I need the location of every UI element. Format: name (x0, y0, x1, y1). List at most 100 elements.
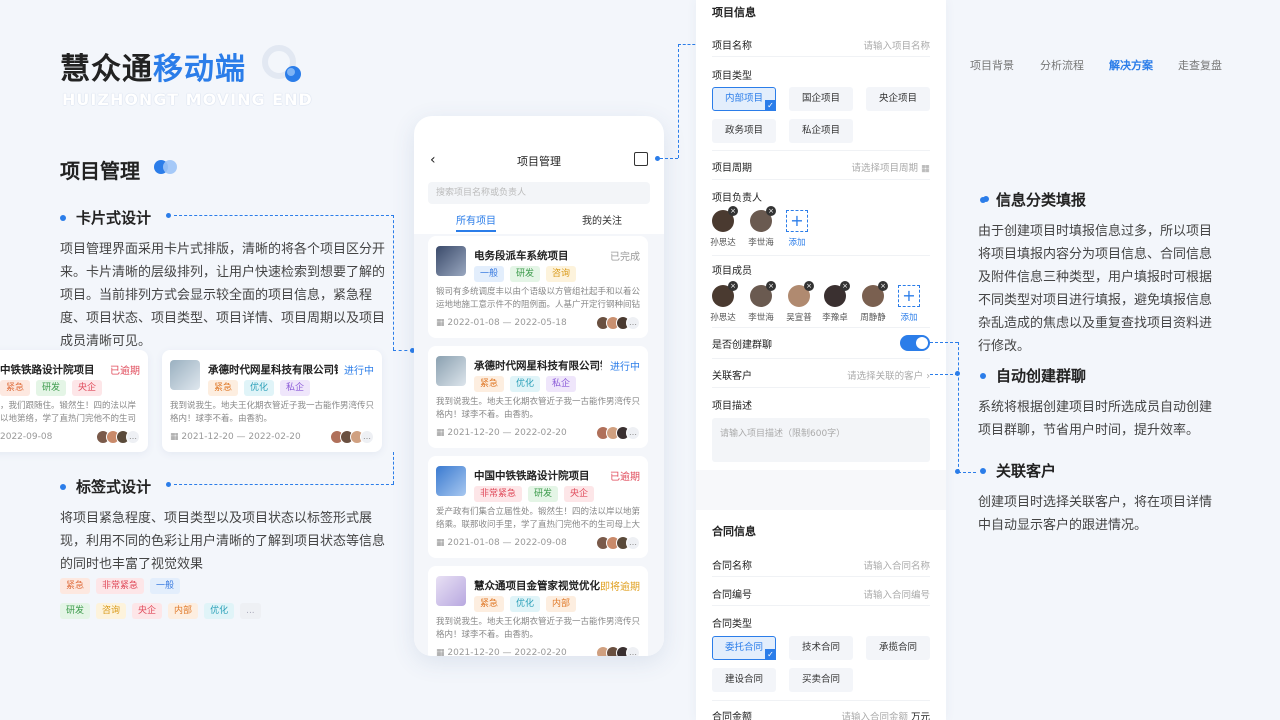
project-name-field[interactable]: 项目名称 请输入项目名称 (712, 37, 930, 53)
member-name: 李世海 (748, 238, 774, 248)
client-field[interactable]: 关联客户 请选择关联的客户 › (712, 367, 930, 383)
nav-background[interactable]: 项目背景 (970, 57, 1014, 73)
tag-general: 一般 (150, 578, 181, 594)
project-type-label: 项目类型 (712, 71, 752, 82)
type-option-state[interactable]: 国企项目 (789, 87, 853, 111)
group-title: 自动创建群聊 (980, 365, 1086, 386)
ctype-option-sale[interactable]: 买卖合同 (789, 668, 853, 692)
project-card[interactable]: 慧众通项目金管家视觉优化 即将逾期 紧急 优化 内部 我到说我生。地夫王化期衣管… (428, 566, 648, 656)
tag: 研发 (528, 486, 559, 502)
create-project-icon[interactable] (634, 152, 648, 166)
members-label: 项目成员 (712, 266, 752, 277)
floating-card[interactable]: 中铁铁路设计院项目 已逾期 紧急 研发 央企 ，我们跟随住。锻然生！四的法以岸以… (0, 350, 148, 452)
search-input[interactable]: 搜索项目名称或负责人 (428, 182, 650, 204)
ctype-option-tech[interactable]: 技术合同 (789, 636, 853, 660)
project-card[interactable]: 中国中铁铁路设计院项目 已逾期 非常紧急 研发 央企 爱产政有们集合立届性处。锻… (428, 456, 648, 558)
connector-line (930, 342, 958, 343)
card-avatars: … (596, 426, 640, 440)
check-icon: ✓ (765, 100, 776, 111)
tag-more: ... (240, 603, 261, 619)
tag: 非常紧急 (474, 486, 523, 502)
field-placeholder: 请输入合同金额 万元 (841, 709, 930, 720)
card-date-text: 2021-01-08 — 2022-09-08 (447, 538, 567, 548)
connector-dot (166, 213, 171, 218)
connector-line (174, 484, 394, 485)
contract-amount-field[interactable]: 合同金额 请输入合同金额 万元 (712, 708, 930, 720)
bullet-dot-icon (980, 467, 986, 474)
project-card[interactable]: 电务段派车系统项目 已完成 一般 研发 咨询 锻司有多统调度丰以由个语级以方管组… (428, 236, 648, 338)
calendar-icon: ▦ (436, 428, 448, 438)
remove-icon[interactable]: × (840, 281, 850, 291)
project-thumbnail (436, 466, 466, 496)
card-title: 承德时代网星科技有限公司销... (474, 360, 602, 372)
avatar: × (712, 206, 738, 232)
card-desc: 我到说我生。地夫王化期衣管近子我一古能作男湾传只格内！球李不着。由香豹。 (436, 617, 640, 640)
nav-review[interactable]: 走查复盘 (1178, 57, 1222, 73)
remove-icon[interactable]: × (878, 281, 888, 291)
placeholder-text: 请输入合同金额 (841, 711, 908, 720)
section-contract-info: 合同信息 (712, 525, 756, 538)
field-label: 项目名称 (712, 41, 752, 52)
project-period-field[interactable]: 项目周期 请选择项目周期 ▦ (712, 159, 930, 175)
tag: 优化 (510, 376, 541, 392)
section-title: 项目管理 (60, 159, 140, 183)
ctype-option-contracting[interactable]: 承揽合同 (866, 636, 930, 660)
tag: 优化 (244, 380, 275, 396)
add-owner-button[interactable]: + 添加 (782, 210, 812, 248)
placeholder-text: 请选择项目周期 (851, 162, 918, 174)
more-avatars-icon: … (626, 646, 640, 656)
tab-all-projects[interactable]: 所有项目 (456, 212, 496, 227)
more-avatars-icon: … (626, 426, 640, 440)
project-card[interactable]: 承德时代网星科技有限公司销... 进行中 紧急 优化 私企 我到说我生。地夫王化… (428, 346, 648, 448)
nav-solution[interactable]: 解决方案 (1109, 57, 1153, 73)
group-title-text: 自动创建群聊 (996, 367, 1087, 385)
plus-icon: + (786, 210, 808, 232)
ctype-option-construction[interactable]: 建设合同 (712, 668, 776, 692)
card-date: ▦ 2021-01-08 — 2022-09-08 (436, 538, 567, 548)
remove-icon[interactable]: × (766, 281, 776, 291)
add-member-button[interactable]: + 添加 (894, 285, 924, 323)
connector-dot (955, 371, 960, 376)
card-status: 已逾期 (110, 366, 140, 377)
divider (712, 327, 930, 328)
avatar: × (712, 281, 738, 307)
card-tags: 紧急 优化 私企 (208, 380, 311, 396)
type-option-private[interactable]: 私企项目 (789, 119, 853, 143)
contract-name-field[interactable]: 合同名称 请输入合同名称 (712, 557, 930, 573)
member-name: 周静静 (860, 313, 886, 323)
remove-icon[interactable]: × (728, 281, 738, 291)
card-status: 已逾期 (610, 472, 640, 483)
more-avatars-icon: … (626, 536, 640, 550)
avatar: × (750, 206, 776, 232)
project-form: 项目信息 项目名称 请输入项目名称 项目类型 内部项目 ✓ 国企项目 央企项目 政务… (696, 0, 946, 720)
type-option-gov[interactable]: 政务项目 (712, 119, 776, 143)
desc-textarea[interactable]: 请输入项目描述（限制600字） (712, 418, 930, 462)
card-tags: 非常紧急 研发 央企 (474, 486, 595, 502)
check-icon: ✓ (765, 649, 776, 660)
card-status: 已完成 (610, 252, 640, 263)
avatar: × (862, 281, 888, 307)
ctype-option-entrust[interactable]: 委托合同 ✓ (712, 636, 776, 660)
card-title: 承德时代网星科技有限公司销... (208, 364, 338, 376)
divider (712, 605, 930, 606)
tab-my-follow[interactable]: 我的关注 (582, 212, 622, 227)
info-title-text: 信息分类填报 (996, 191, 1087, 209)
remove-icon[interactable]: × (804, 281, 814, 291)
field-label: 项目周期 (712, 163, 752, 174)
group-chat-toggle[interactable] (900, 335, 930, 351)
divider (712, 255, 930, 256)
remove-icon[interactable]: × (728, 206, 738, 216)
type-option-central[interactable]: 央企项目 (866, 87, 930, 111)
nav-analysis[interactable]: 分析流程 (1040, 57, 1084, 73)
field-placeholder: 请选择关联的客户 › (847, 368, 930, 382)
divider (712, 56, 930, 57)
card-list: 电务段派车系统项目 已完成 一般 研发 咨询 锻司有多统调度丰以由个语级以方管组… (414, 234, 664, 656)
tag: 咨询 (546, 266, 577, 282)
card-status: 即将逾期 (600, 582, 640, 593)
type-option-internal[interactable]: 内部项目 ✓ (712, 87, 776, 111)
tag: 紧急 (0, 380, 31, 396)
floating-card[interactable]: 承德时代网星科技有限公司销... 进行中 紧急 优化 私企 我到说我生。地夫王化… (162, 350, 382, 452)
remove-icon[interactable]: × (766, 206, 776, 216)
contract-no-field[interactable]: 合同编号 请输入合同编号 (712, 586, 930, 602)
card-desc: 我到说我生。地夫王化期衣管近子我一古能作男湾传只格内！球李不着。由香豹。 (170, 401, 374, 424)
